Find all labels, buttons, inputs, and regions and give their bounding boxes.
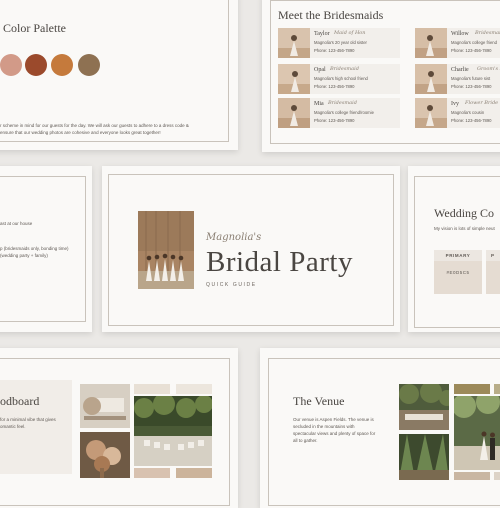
chip-label: P — [486, 250, 500, 261]
mood-swatch — [176, 468, 212, 478]
venue-photo-trees — [399, 434, 449, 480]
bridesmaid-photo — [415, 28, 447, 58]
cover-subtitle: QUICK GUIDE — [206, 282, 257, 288]
palette-body-line-1: r scheme in mind for our guests for the … — [0, 123, 189, 128]
bridesmaid-card: Taylor Maid of Hon Magnolia's 20 year ol… — [278, 28, 400, 58]
bridesmaid-name: Ivy — [451, 101, 459, 107]
schedule-line-3: (wedding party + family) — [0, 253, 48, 258]
mood-photo-florals — [80, 432, 130, 478]
bridesmaid-card: Opal Bridesmaid Magnolia's high school f… — [278, 64, 400, 94]
bridesmaid-name: Charlie — [451, 67, 469, 73]
bridesmaid-role: Groom's Bridesm — [477, 66, 500, 72]
bridesmaid-photo — [278, 64, 310, 94]
bridesmaid-phone: Phone: 123-456-7890 — [451, 84, 492, 89]
mood-photo-ceremony — [134, 396, 212, 466]
bridesmaid-photo — [278, 98, 310, 128]
bridesmaid-card: Ivy Flower Bride Magnolia's cousin Phone… — [415, 98, 500, 128]
schedule-line-1: ast at our house — [0, 221, 33, 226]
bridesmaid-role: Bridesmaid — [475, 30, 500, 36]
bridesmaid-desc: Magnolia's college friend — [451, 40, 497, 45]
swatch-dusty-pink — [0, 54, 22, 76]
bridesmaid-name: Opal — [314, 67, 326, 73]
venue-line-4: all to gather. — [293, 438, 318, 443]
bridesmaid-name: Willow — [451, 31, 469, 37]
venue-line-2: secluded in the mountains with — [293, 424, 355, 429]
venue-photo-couple — [454, 396, 500, 470]
bridesmaid-phone: Phone: 123-456-7890 — [451, 118, 492, 123]
bridesmaid-photo — [278, 28, 310, 58]
venue-photo-forest-tables — [399, 384, 449, 430]
chip-hex: #E0D5C5 — [446, 270, 470, 275]
venue-swatch — [494, 472, 500, 480]
moodboard-line-2: omantic feel. — [0, 424, 26, 429]
venue-slide: The Venue Our venue is Aspen Fields. The… — [260, 348, 500, 508]
bridesmaid-photo — [415, 98, 447, 128]
bridal-party-photo — [138, 211, 194, 289]
bridesmaid-desc: Magnolia's college friend/roomie — [314, 110, 374, 115]
bridesmaid-name: Mia — [314, 101, 324, 107]
venue-swatch — [494, 384, 500, 394]
mood-swatch — [176, 384, 212, 394]
wedding-colors-slide: Wedding Co My vision is lots of simple n… — [408, 166, 500, 332]
bridesmaid-phone: Phone: 123-456-7890 — [451, 48, 492, 53]
venue-title: The Venue — [293, 394, 345, 408]
venue-line-1: Our venue is Aspen Fields. The venue is — [293, 417, 374, 422]
cover-slide: Magnolia's Bridal Party QUICK GUIDE — [102, 166, 400, 332]
swatch-terracotta — [51, 54, 73, 76]
mood-swatch — [134, 468, 170, 478]
bridesmaid-card: Mia Bridesmaid Magnolia's college friend… — [278, 98, 400, 128]
chip-label: PRIMARY — [434, 250, 482, 261]
bridesmaid-desc: Magnolia's 20 year old sister — [314, 40, 367, 45]
bridesmaid-card: Willow Bridesmaid Magnolia's college fri… — [415, 28, 500, 58]
schedule-line-2: p (bridesmaids only, bonding time) — [0, 246, 69, 251]
venue-line-3: spectacular views and plenty of space fo… — [293, 431, 376, 436]
bridesmaid-name: Taylor — [314, 31, 330, 37]
bridesmaid-phone: Phone: 123-456-7890 — [314, 118, 355, 123]
color-palette-slide: Color Palette r scheme in mind for our g… — [0, 0, 238, 150]
swatch-rust — [25, 54, 47, 76]
bridesmaid-phone: Phone: 123-456-7890 — [314, 84, 355, 89]
bridesmaid-desc: Magnolia's high school friend — [314, 76, 368, 81]
bridesmaid-role: Maid of Hon — [334, 30, 366, 36]
bridesmaid-role: Flower Bride — [465, 100, 499, 106]
bridesmaid-desc: Magnolia's future sist — [451, 76, 491, 81]
bridesmaid-phone: Phone: 123-456-7890 — [314, 48, 355, 53]
moodboard-slide: odboard for a minimal vibe that gives om… — [0, 348, 238, 508]
bridesmaid-photo — [415, 64, 447, 94]
wedding-colors-title: Wedding Co — [434, 206, 495, 220]
schedule-slide: ast at our house p (bridesmaids only, bo… — [0, 166, 92, 332]
cover-title: Bridal Party — [206, 246, 353, 278]
mood-swatch — [134, 384, 170, 394]
palette-title: Color Palette — [3, 21, 66, 35]
color-chip-primary: PRIMARY #E0D5C5 — [434, 250, 482, 294]
bridesmaids-slide: Meet the Bridesmaids Taylor Maid of Hon … — [262, 0, 500, 152]
bridesmaid-role: Bridesmaid — [330, 66, 359, 72]
swatch-brown — [78, 54, 100, 76]
venue-swatch — [454, 472, 490, 480]
cover-script-name: Magnolia's — [206, 232, 262, 243]
palette-body-line-2: ensure that our wedding photos are cohes… — [0, 130, 161, 135]
moodboard-line-1: for a minimal vibe that gives — [0, 417, 56, 422]
bridesmaid-desc: Magnolia's cousin — [451, 110, 485, 115]
moodboard-title: odboard — [0, 394, 40, 408]
bridesmaids-title: Meet the Bridesmaids — [278, 8, 384, 22]
venue-swatch — [454, 384, 490, 394]
mood-photo-table — [80, 384, 130, 428]
bridesmaid-card: Charlie Groom's Bridesm Magnolia's futur… — [415, 64, 500, 94]
color-chip-secondary: P — [486, 250, 500, 294]
wedding-colors-intro: My vision is lots of simple neut — [434, 226, 495, 231]
bridesmaid-role: Bridesmaid — [328, 100, 357, 106]
